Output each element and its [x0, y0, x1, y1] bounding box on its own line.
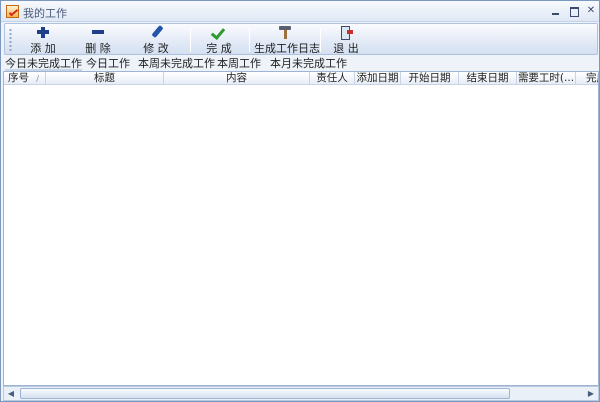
- toolbar-separator: [249, 28, 250, 52]
- column-header-required-hours[interactable]: 需要工时(...: [517, 72, 576, 84]
- app-icon: [6, 5, 19, 18]
- complete-button[interactable]: 完 成: [199, 25, 239, 55]
- column-header-title[interactable]: 标题: [46, 72, 164, 84]
- complete-button-label: 完 成: [206, 42, 232, 55]
- toolbar: 添 加 删 除 修 改 完 成 生成工作日志 退 出: [4, 23, 598, 55]
- column-header-index[interactable]: 序号 ∕: [4, 72, 46, 84]
- column-header-added-date[interactable]: 添加日期: [355, 72, 401, 84]
- window-title: 我的工作: [23, 7, 67, 20]
- column-header-content[interactable]: 内容: [164, 72, 310, 84]
- column-header-end-date[interactable]: 结束日期: [459, 72, 517, 84]
- maximize-button[interactable]: [567, 4, 581, 18]
- horizontal-scrollbar[interactable]: ◀ ▶: [3, 386, 599, 401]
- add-button-label: 添 加: [30, 42, 56, 55]
- tab-strip: 今日未完成工作 今日工作 本周未完成工作 本周工作 本月未完成工作: [1, 57, 599, 71]
- plus-icon: [35, 25, 51, 39]
- column-header-start-date[interactable]: 开始日期: [401, 72, 459, 84]
- tab-week-unfinished[interactable]: 本周未完成工作: [138, 57, 215, 71]
- exit-button[interactable]: 退 出: [326, 25, 366, 55]
- my-work-window: 我的工作 ✕ 添 加 删 除 修 改 完 成 生成工作日志 退 出 今日未完成工…: [0, 0, 600, 402]
- delete-button-label: 删 除: [85, 42, 111, 55]
- sort-ascending-icon: ∕: [36, 74, 39, 83]
- edit-icon: [148, 25, 164, 39]
- work-grid[interactable]: 序号 ∕ 标题 内容 责任人 添加日期 开始日期 结束日期 需要工时(... 完…: [3, 71, 599, 386]
- title-bar[interactable]: 我的工作 ✕: [1, 1, 599, 22]
- tab-today-unfinished[interactable]: 今日未完成工作: [5, 57, 82, 71]
- hammer-icon: [277, 25, 293, 39]
- exit-button-label: 退 出: [333, 42, 359, 55]
- add-button[interactable]: 添 加: [23, 25, 63, 55]
- minus-icon: [90, 25, 106, 39]
- toolbar-grip-icon[interactable]: [9, 28, 12, 52]
- minimize-button[interactable]: [549, 4, 563, 18]
- delete-button[interactable]: 删 除: [78, 25, 118, 55]
- scrollbar-thumb[interactable]: [20, 388, 510, 399]
- edit-button[interactable]: 修 改: [136, 25, 176, 55]
- tab-today[interactable]: 今日工作: [86, 57, 130, 71]
- close-button[interactable]: ✕: [584, 4, 598, 18]
- exit-icon: [338, 25, 354, 40]
- grid-header: 序号 ∕ 标题 内容 责任人 添加日期 开始日期 结束日期 需要工时(... 完…: [4, 72, 598, 85]
- column-header-completed[interactable]: 完成: [576, 72, 598, 84]
- column-header-index-label: 序号: [8, 72, 29, 84]
- tab-month-unfinished[interactable]: 本月未完成工作: [270, 57, 347, 71]
- toolbar-separator: [320, 28, 321, 52]
- generate-work-log-label: 生成工作日志: [254, 42, 320, 55]
- scroll-left-icon[interactable]: ◀: [4, 387, 18, 400]
- column-header-owner[interactable]: 责任人: [310, 72, 355, 84]
- generate-work-log-button[interactable]: 生成工作日志: [254, 25, 320, 55]
- tab-week[interactable]: 本周工作: [217, 57, 261, 71]
- check-icon: [211, 25, 227, 39]
- scroll-right-icon[interactable]: ▶: [584, 387, 598, 400]
- edit-button-label: 修 改: [143, 42, 169, 55]
- toolbar-separator: [190, 28, 191, 52]
